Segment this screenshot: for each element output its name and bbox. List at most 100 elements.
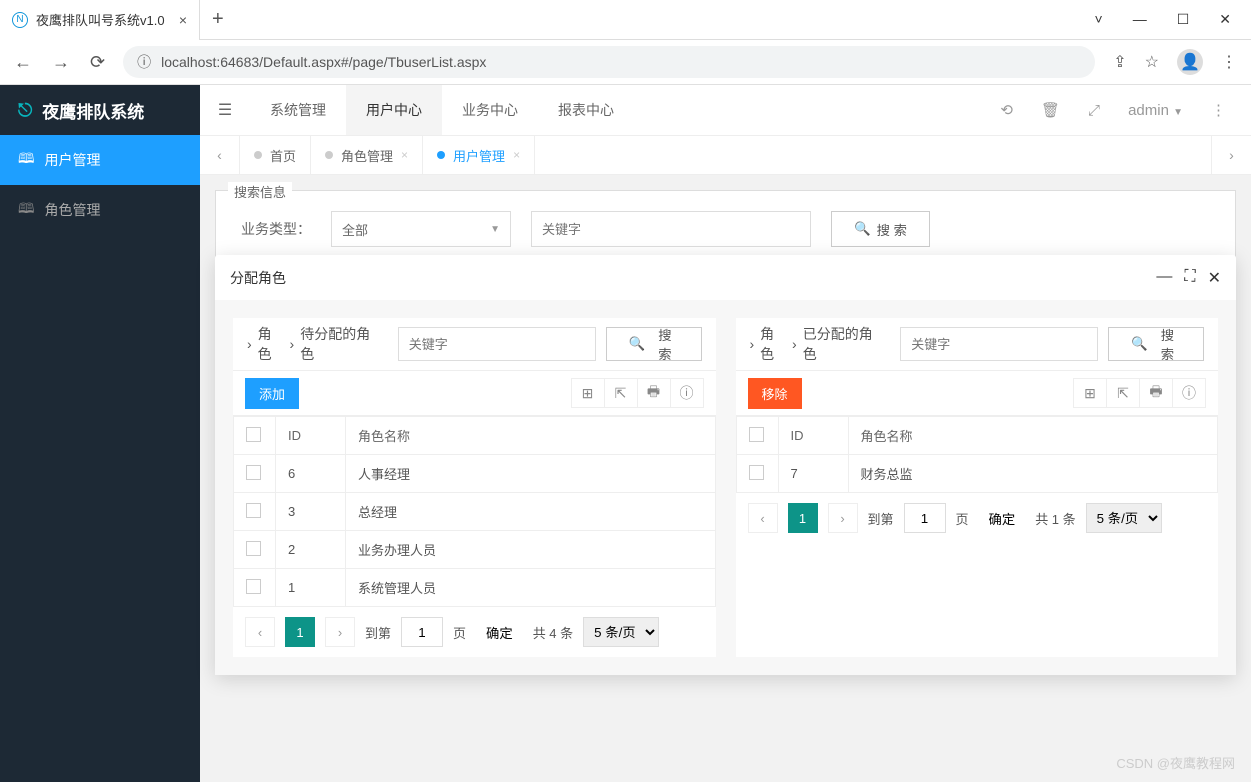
info-icon[interactable]: ⓘ [137, 52, 151, 72]
assigned-panel: › 角色 › 已分配的角色 🔍搜 索 移除 ⊞ [736, 318, 1219, 657]
close-icon[interactable]: ✕ [1208, 268, 1221, 288]
export-icon[interactable]: ⇱ [1106, 378, 1140, 408]
row-checkbox[interactable] [749, 465, 764, 480]
tab-users[interactable]: 用户管理× [423, 136, 535, 174]
nav-user-center[interactable]: 用户中心 [346, 85, 442, 135]
more-icon[interactable]: ⋮ [1211, 101, 1226, 119]
table-row[interactable]: 7财务总监 [736, 455, 1218, 493]
page-number[interactable]: 1 [788, 503, 818, 533]
crumb-item[interactable]: 角色 [258, 324, 284, 364]
tab-home[interactable]: 首页 [240, 136, 311, 174]
sidebar-item-roles[interactable]: 🕮 角色管理 [0, 185, 200, 235]
remove-button[interactable]: 移除 [748, 378, 802, 409]
minimize-icon[interactable]: — [1133, 11, 1147, 28]
search-icon: 🔍 [854, 221, 871, 237]
new-tab-button[interactable]: + [200, 8, 236, 31]
table-row[interactable]: 1系统管理人员 [234, 569, 716, 607]
tabs-scroll-right[interactable]: › [1211, 136, 1251, 174]
maximize-icon[interactable]: ⛶ [1184, 268, 1195, 288]
dot-icon [437, 151, 445, 159]
prev-page[interactable]: ‹ [245, 617, 275, 647]
reload-icon[interactable]: ⟳ [90, 52, 105, 73]
keyword-input[interactable] [531, 211, 811, 247]
goto-input[interactable] [401, 617, 443, 647]
trash-icon[interactable]: 🗑 [1041, 101, 1060, 119]
browser-tab[interactable]: N 夜鹰排队叫号系统v1.0 × [0, 0, 200, 40]
address-input[interactable]: ⓘ localhost:64683/Default.aspx#/page/Tbu… [123, 46, 1095, 78]
nav-system[interactable]: 系统管理 [250, 85, 346, 135]
goto-confirm[interactable]: 确定 [476, 618, 523, 647]
columns-icon[interactable]: ⊞ [1073, 378, 1107, 408]
close-icon[interactable]: × [401, 148, 408, 162]
per-page-select[interactable]: 5 条/页 [1086, 503, 1162, 533]
select-all-checkbox[interactable] [246, 427, 261, 442]
close-window-icon[interactable]: ✕ [1219, 11, 1231, 28]
info-icon[interactable]: ⓘ [670, 378, 704, 408]
row-checkbox[interactable] [246, 579, 261, 594]
chevron-right-icon: › [247, 336, 252, 352]
cell-id: 3 [276, 493, 346, 531]
chevron-down-icon[interactable]: ˅ [1095, 11, 1103, 28]
unassigned-panel: › 角色 › 待分配的角色 🔍搜 索 添加 ⊞ [233, 318, 716, 657]
nav-business[interactable]: 业务中心 [442, 85, 538, 135]
print-icon[interactable]: 🖶 [1139, 378, 1173, 408]
row-checkbox[interactable] [246, 541, 261, 556]
row-checkbox[interactable] [246, 465, 261, 480]
button-label: 搜 索 [877, 220, 907, 239]
tab-roles[interactable]: 角色管理× [311, 136, 423, 174]
breadcrumb: › 角色 › 已分配的角色 [750, 324, 881, 364]
search-button[interactable]: 🔍搜 索 [606, 327, 702, 361]
nav-report[interactable]: 报表中心 [538, 85, 634, 135]
star-icon[interactable]: ☆ [1145, 52, 1159, 72]
profile-avatar[interactable]: 👤 [1177, 49, 1203, 75]
close-tab-icon[interactable]: × [179, 12, 187, 28]
next-page[interactable]: › [325, 617, 355, 647]
next-page[interactable]: › [828, 503, 858, 533]
crumb-item: 待分配的角色 [300, 324, 378, 364]
search-button[interactable]: 🔍 搜 索 [831, 211, 930, 247]
tabs-scroll-left[interactable]: ‹ [200, 136, 240, 174]
per-page-select[interactable]: 5 条/页 [583, 617, 659, 647]
cell-name: 系统管理人员 [346, 569, 716, 607]
fullscreen-icon[interactable]: ⤢ [1088, 102, 1100, 119]
add-button[interactable]: 添加 [245, 378, 299, 409]
page-number[interactable]: 1 [285, 617, 315, 647]
biz-type-select[interactable]: 全部 ▼ [331, 211, 511, 247]
refresh-icon[interactable]: ⟲ [1000, 101, 1013, 119]
close-icon[interactable]: × [513, 148, 520, 162]
keyword-input[interactable] [900, 327, 1098, 361]
kebab-menu-icon[interactable]: ⋮ [1221, 52, 1237, 72]
search-button[interactable]: 🔍搜 索 [1108, 327, 1204, 361]
info-icon[interactable]: ⓘ [1172, 378, 1206, 408]
select-all-checkbox[interactable] [749, 427, 764, 442]
goto-input[interactable] [904, 503, 946, 533]
table-row[interactable]: 6人事经理 [234, 455, 716, 493]
total-label: 共 1 条 [1035, 509, 1075, 528]
nav-label: 用户中心 [366, 100, 422, 120]
columns-icon[interactable]: ⊞ [571, 378, 605, 408]
col-name[interactable]: 角色名称 [346, 417, 716, 455]
sidebar-item-users[interactable]: 🕮 用户管理 [0, 135, 200, 185]
table-row[interactable]: 2业务办理人员 [234, 531, 716, 569]
assigned-table: ID 角色名称 7财务总监 [736, 416, 1219, 493]
table-row[interactable]: 3总经理 [234, 493, 716, 531]
dashboard-icon: 🕮 [18, 148, 35, 172]
back-icon[interactable]: ← [14, 52, 32, 73]
crumb-item[interactable]: 角色 [760, 324, 786, 364]
col-name[interactable]: 角色名称 [848, 417, 1218, 455]
forward-icon[interactable]: → [52, 52, 70, 73]
col-id[interactable]: ID [778, 417, 848, 455]
user-menu[interactable]: admin ▼ [1128, 102, 1183, 119]
keyword-input[interactable] [398, 327, 596, 361]
minimize-icon[interactable]: — [1156, 268, 1172, 288]
col-id[interactable]: ID [276, 417, 346, 455]
maximize-icon[interactable]: ☐ [1177, 11, 1190, 28]
share-icon[interactable]: ⇪ [1113, 52, 1126, 72]
row-checkbox[interactable] [246, 503, 261, 518]
goto-confirm[interactable]: 确定 [979, 504, 1026, 533]
search-icon: 🔍 [629, 336, 646, 352]
sidebar-toggle-icon[interactable]: ☰ [200, 100, 250, 120]
prev-page[interactable]: ‹ [748, 503, 778, 533]
export-icon[interactable]: ⇱ [604, 378, 638, 408]
print-icon[interactable]: 🖶 [637, 378, 671, 408]
